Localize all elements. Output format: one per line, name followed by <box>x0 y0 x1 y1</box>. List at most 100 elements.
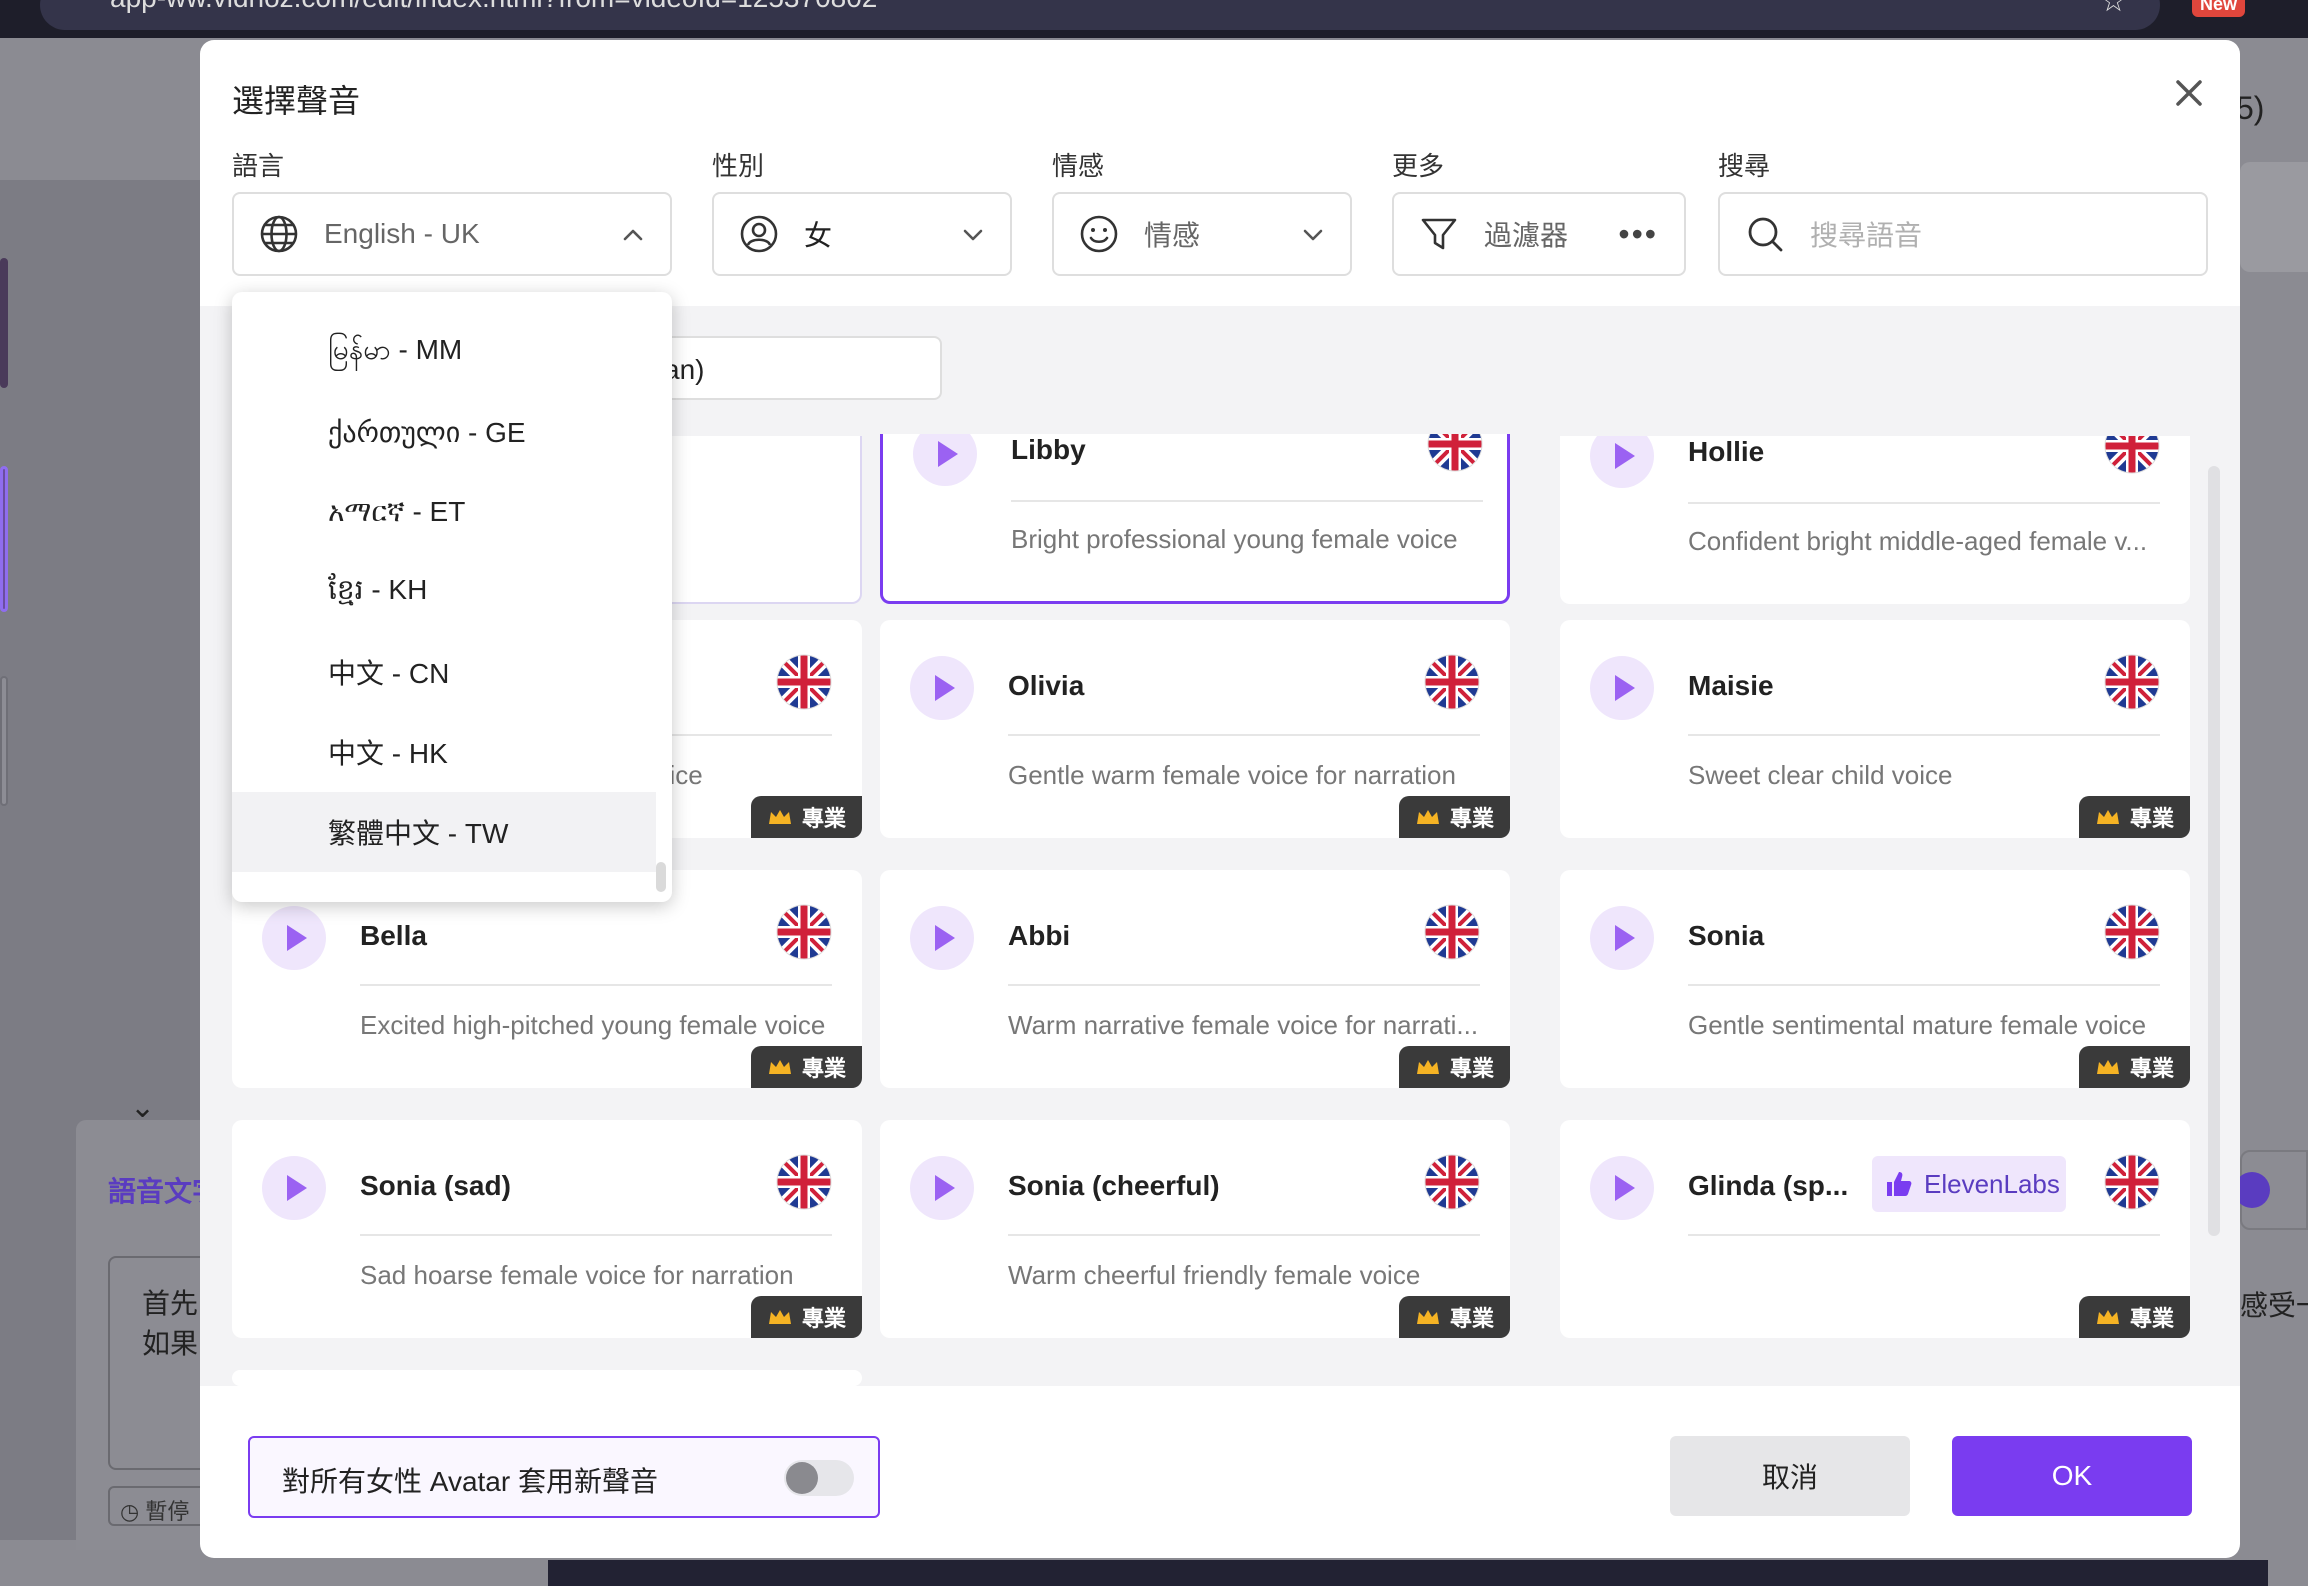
voice-card[interactable]: Abbi Warm narrative female voice for nar… <box>880 870 1510 1088</box>
script-text: 首先 如果 <box>142 1288 199 1359</box>
language-option[interactable]: မြန်မာ - MM <box>232 312 656 392</box>
more-label: 更多 <box>1392 151 1445 181</box>
language-option[interactable]: 中文 - CN <box>232 632 656 712</box>
smiley-icon <box>1080 215 1118 253</box>
play-icon[interactable] <box>262 906 326 970</box>
language-option-highlighted[interactable]: 繁體中文 - TW <box>232 792 656 872</box>
voice-name: Olivia <box>1008 670 1085 701</box>
scrollbar[interactable] <box>2208 466 2220 1236</box>
voice-card[interactable]: Glinda (sp... ElevenLabs 專業 <box>1560 1120 2190 1338</box>
voice-select-dialog: 選擇聲音 語言 性別 情感 更多 搜尋 English - UK 女 情感 過濾… <box>200 40 2240 1558</box>
voice-card[interactable]: Hollie Confident bright middle-aged fema… <box>1560 436 2190 604</box>
divider <box>1011 500 1483 502</box>
apply-all-female-avatars-option: 對所有女性 Avatar 套用新聲音 <box>248 1436 880 1518</box>
voice-name: Sonia (sad) <box>360 1170 511 1201</box>
divider <box>360 1234 832 1236</box>
language-option[interactable]: ខ្មែរ - KH <box>232 552 656 632</box>
crown-icon <box>768 810 791 824</box>
voice-description: Warm narrative female voice for narrati.… <box>1008 1010 1479 1040</box>
play-icon[interactable] <box>1590 656 1654 720</box>
uk-flag-icon <box>1424 904 1480 960</box>
elevenlabs-badge: ElevenLabs <box>1872 1156 2066 1212</box>
play-icon[interactable] <box>1590 436 1654 488</box>
voice-description: Gentle warm female voice for narration <box>1008 760 1456 790</box>
right-panel-card <box>2240 162 2308 272</box>
voice-name: Libby <box>1011 434 1086 465</box>
voice-description: Confident bright middle-aged female v... <box>1688 526 2148 556</box>
cancel-button[interactable]: 取消 <box>1670 1436 1910 1516</box>
language-option[interactable]: 中文 - HK <box>232 712 656 792</box>
voice-name: Hollie <box>1688 436 1765 467</box>
divider <box>360 984 832 986</box>
gender-select[interactable]: 女 <box>712 192 1012 276</box>
language-option[interactable]: ქართული - GE <box>232 392 656 472</box>
play-icon[interactable] <box>913 434 977 486</box>
address-bar-url: app-ww.vidnoz.com/edit/index.html?from=v… <box>110 0 877 14</box>
divider <box>1008 1234 1480 1236</box>
uk-flag-icon <box>2104 1154 2160 1210</box>
play-icon[interactable] <box>1590 906 1654 970</box>
pause-button[interactable]: ◷ 暫停 <box>108 1486 208 1526</box>
search-icon <box>1748 217 1783 252</box>
play-icon[interactable] <box>910 906 974 970</box>
language-select[interactable]: English - UK <box>232 192 672 276</box>
chevron-down-icon <box>963 229 983 241</box>
voice-name: Glinda (sp... <box>1688 1170 1849 1201</box>
language-dropdown[interactable]: ··· ·· · မြန်မာ - MM ქართული - GE አማርኛ -… <box>232 292 672 902</box>
emotion-label: 情感 <box>1052 151 1105 181</box>
voice-card[interactable]: Olivia Gentle warm female voice for narr… <box>880 620 1510 838</box>
timeline-strip <box>548 1560 2268 1586</box>
play-icon[interactable] <box>262 1156 326 1220</box>
pro-badge: 專業 <box>751 796 862 838</box>
play-icon[interactable] <box>1590 1156 1654 1220</box>
accent-chip[interactable]: an) <box>652 336 942 400</box>
scene-thumbnail[interactable] <box>0 676 8 806</box>
crown-icon <box>2096 810 2119 824</box>
voice-description: Gentle sentimental mature female voice <box>1688 1010 2147 1040</box>
search-input[interactable]: 搜尋語音 <box>1810 214 1922 254</box>
pro-badge: 專業 <box>1399 796 1510 838</box>
play-icon[interactable] <box>910 656 974 720</box>
voice-card[interactable]: Sonia Gentle sentimental mature female v… <box>1560 870 2190 1088</box>
gender-select-value: 女 <box>804 220 833 251</box>
uk-flag-icon <box>2104 654 2160 710</box>
uk-flag-icon <box>1424 654 1480 710</box>
language-option[interactable]: አማርኛ - ET <box>232 472 656 552</box>
more-filter-button[interactable]: 過濾器 ••• <box>1392 192 1686 276</box>
uk-flag-icon <box>776 1154 832 1210</box>
pro-badge: 專業 <box>1399 1046 1510 1088</box>
apply-all-label: 對所有女性 Avatar 套用新聲音 <box>282 1466 658 1497</box>
voice-description: Bright professional young female voice <box>1011 524 1458 554</box>
voice-name: Sonia <box>1688 920 1765 951</box>
scene-thumbnail-selected[interactable] <box>0 466 8 612</box>
voice-description: Sweet clear child voice <box>1688 760 1953 790</box>
language-option-partial: ··· ·· · <box>328 292 400 300</box>
voice-card[interactable]: Sonia (sad) Sad hoarse female voice for … <box>232 1120 862 1338</box>
bookmark-star-icon[interactable]: ☆ <box>2100 0 2127 19</box>
divider <box>1688 984 2160 986</box>
pro-badge: 專業 <box>2079 1296 2190 1338</box>
play-icon[interactable] <box>910 1156 974 1220</box>
uk-flag-icon <box>1427 434 1483 472</box>
voice-description: Excited high-pitched young female voice <box>360 1010 826 1040</box>
pro-badge: 專業 <box>2079 796 2190 838</box>
ok-button[interactable]: OK <box>1952 1436 2192 1516</box>
uk-flag-icon <box>776 904 832 960</box>
close-icon[interactable] <box>2166 70 2212 116</box>
apply-all-toggle[interactable] <box>784 1460 854 1496</box>
voice-card[interactable]: Maisie Sweet clear child voice 專業 <box>1560 620 2190 838</box>
right-panel-text: 感受一 <box>2240 1290 2308 1321</box>
crown-icon <box>768 1310 791 1324</box>
voice-card[interactable]: Bella Excited high-pitched young female … <box>232 870 862 1088</box>
search-field[interactable]: 搜尋語音 <box>1718 192 2208 276</box>
user-icon <box>740 215 778 253</box>
filter-icon <box>1421 218 1457 250</box>
scene-thumbnail[interactable] <box>0 258 8 388</box>
new-badge: New <box>2192 0 2246 17</box>
divider <box>1688 734 2160 736</box>
emotion-select[interactable]: 情感 <box>1052 192 1352 276</box>
voice-card[interactable] <box>232 1370 862 1386</box>
voice-card-selected[interactable]: Libby Bright professional young female v… <box>880 434 1510 604</box>
voice-card[interactable]: Sonia (cheerful) Warm cheerful friendly … <box>880 1120 1510 1338</box>
dropdown-scrollbar[interactable] <box>656 862 666 892</box>
